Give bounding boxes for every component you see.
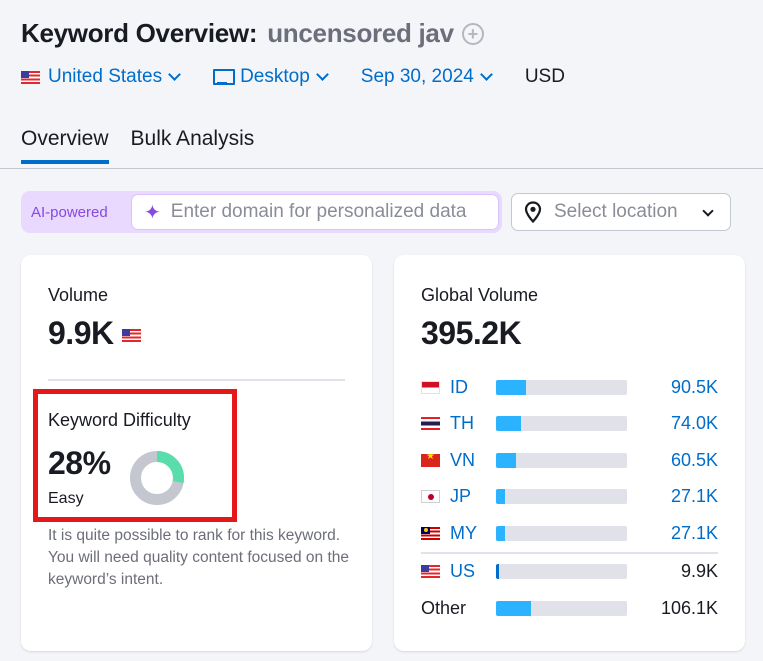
tabs: Overview Bulk Analysis [21,127,276,164]
country-code-link[interactable]: TH [450,413,496,434]
page-title-label: Keyword Overview: [21,18,258,48]
global-volume-label: Global Volume [421,285,539,305]
country-code-link[interactable]: VN [450,450,496,471]
desktop-icon [213,69,236,85]
tab-bulk-analysis[interactable]: Bulk Analysis [131,127,255,164]
global-volume-card: Global Volume 395.2K ID 90.5K TH 74.0K V… [394,255,745,651]
chevron-down-icon [702,205,714,217]
volume-bar-fill [496,525,506,541]
date-dropdown[interactable]: Sep 30, 2024 [360,66,493,88]
volume-bar-fill [496,489,506,505]
volume-value-row: 9.9K [48,315,141,352]
ai-domain-search: AI-powered ✦ [21,191,502,233]
country-row-vn: VN 60.5K [421,442,718,479]
volume-bar [496,416,627,432]
volume-bar-fill [496,600,532,616]
chevron-down-icon [168,68,181,81]
country-row-th: TH 74.0K [421,406,718,443]
volume-bar [496,452,627,468]
thailand-flag-icon [421,417,440,431]
tabs-divider [0,168,763,169]
card-divider [48,379,345,381]
us-flag-icon [21,70,40,84]
location-placeholder: Select location [554,201,678,222]
plus-circle-icon[interactable]: + [461,22,484,45]
country-row-us: US 9.9K [421,554,718,591]
currency-label: USD [524,66,565,87]
kd-value: 28% [48,445,111,481]
other-label: Other [421,597,467,618]
volume-bar-fill [496,564,500,580]
device-label: Desktop [240,66,310,87]
volume-label: Volume [48,285,109,305]
volume-value: 9.9K [48,315,114,351]
volume-card: Volume 9.9K Keyword Difficulty 28% Easy … [21,255,372,651]
location-select[interactable]: Select location [511,193,731,231]
volume-bar-fill [496,452,516,468]
volume-bar [496,564,627,580]
volume-bar [496,489,627,505]
ai-powered-badge: AI-powered [31,203,108,221]
country-row-jp: JP 27.1K [421,479,718,516]
chevron-down-icon [479,68,493,81]
country-label: United States [48,66,163,87]
country-volume-link[interactable]: 90.5K [671,377,718,398]
malaysia-flag-icon [421,526,440,540]
volume-bar [496,600,627,616]
keyword-text: uncensored jav [267,18,454,48]
kd-label: Keyword Difficulty [48,410,191,430]
filters-bar: United States Desktop Sep 30, 2024 USD [21,66,599,88]
device-dropdown[interactable]: Desktop [213,66,329,88]
country-volume-link[interactable]: 27.1K [671,523,718,544]
country-volume-value: 9.9K [680,561,718,582]
volume-bar-fill [496,379,527,395]
sparkle-icon: ✦ [144,201,161,224]
global-volume-value: 395.2K [421,315,522,351]
japan-flag-icon [421,490,440,504]
country-code-link[interactable]: US [450,561,496,582]
kd-level: Easy [48,490,84,507]
kd-description: It is quite possible to rank for this ke… [48,527,350,588]
chevron-down-icon [315,68,329,81]
country-row-other: Other 106.1K [421,590,718,627]
kd-donut-chart [130,451,184,505]
country-volume-link[interactable]: 27.1K [671,486,718,507]
us-flag-icon [121,329,141,342]
country-code-link[interactable]: ID [450,377,496,398]
country-volume-link[interactable]: 60.5K [671,450,718,471]
domain-input-wrapper[interactable]: ✦ [131,194,499,230]
volume-bar-fill [496,416,521,432]
location-pin-icon [524,201,542,223]
domain-input[interactable] [170,201,498,223]
keyword-difficulty-highlight: Keyword Difficulty 28% Easy [33,389,237,522]
country-row-my: MY 27.1K [421,515,718,552]
country-code-link[interactable]: JP [450,486,496,507]
volume-bar [496,379,627,395]
country-volume-link[interactable]: 74.0K [671,413,718,434]
us-flag-icon [421,565,440,579]
indonesia-flag-icon [421,380,440,394]
volume-bar [496,525,627,541]
vietnam-flag-icon [421,453,440,467]
country-dropdown[interactable]: United States [21,66,181,88]
country-row-id: ID 90.5K [421,369,718,406]
date-label: Sep 30, 2024 [360,66,474,87]
other-volume-value: 106.1K [660,597,718,618]
page-title: Keyword Overview: uncensored jav + [21,18,484,49]
tab-overview[interactable]: Overview [21,127,109,164]
country-code-link[interactable]: MY [450,523,496,544]
country-volume-list: ID 90.5K TH 74.0K VN 60.5K JP 27.1K MY 2… [421,369,718,627]
